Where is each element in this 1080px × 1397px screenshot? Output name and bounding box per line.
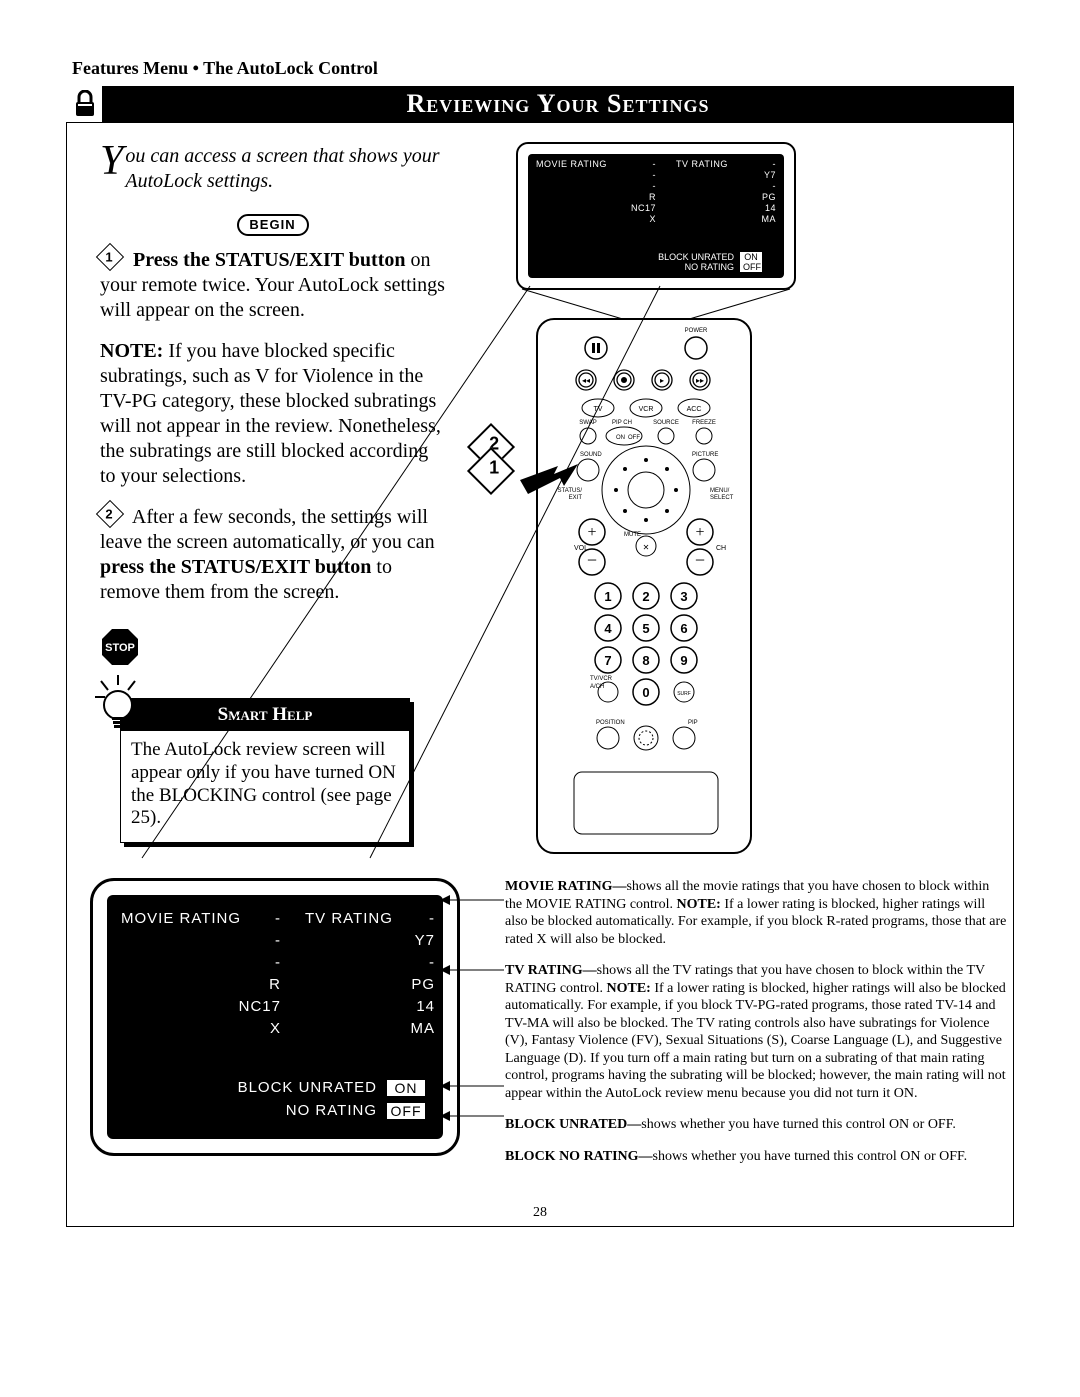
svg-text:CH: CH xyxy=(716,545,726,552)
svg-text:3: 3 xyxy=(680,589,687,604)
arrow-icon xyxy=(520,462,580,502)
intro-text: You can access a screen that shows your … xyxy=(100,144,445,194)
step-2: 2 After a few seconds, the settings will… xyxy=(100,505,445,605)
svg-text:PICTURE: PICTURE xyxy=(692,452,718,458)
smart-help-box: Smart Help The AutoLock review screen wi… xyxy=(120,698,410,843)
svg-text:+: + xyxy=(695,524,704,541)
smart-help-body: The AutoLock review screen will appear o… xyxy=(121,731,409,832)
svg-text:FREEZE: FREEZE xyxy=(692,420,716,426)
svg-text:VOL: VOL xyxy=(574,545,588,552)
note-text: NOTE: If you have blocked specific subra… xyxy=(100,339,445,489)
svg-text:PIP: PIP xyxy=(688,720,698,726)
svg-text:VCR: VCR xyxy=(639,406,654,413)
svg-text:9: 9 xyxy=(680,653,687,668)
lock-icon xyxy=(73,90,97,118)
svg-text:6: 6 xyxy=(680,621,687,636)
def-movie: MOVIE RATING—shows all the movie ratings… xyxy=(505,878,1009,948)
svg-text:◂◂: ◂◂ xyxy=(582,376,590,385)
svg-text:−: − xyxy=(587,550,597,570)
definitions: MOVIE RATING—shows all the movie ratings… xyxy=(505,878,1009,1179)
remote-control: POWER ◂◂ ▸ ▸▸ TV VCR ACC SWAP PIP CH SOU… xyxy=(536,318,752,854)
breadcrumb: Features Menu • The AutoLock Control xyxy=(72,58,378,79)
svg-text:SWAP: SWAP xyxy=(579,420,596,426)
smart-help-title: Smart Help xyxy=(121,699,409,731)
svg-text:MUTE: MUTE xyxy=(624,532,641,538)
def-block-no-rating: BLOCK NO RATING—shows whether you have t… xyxy=(505,1148,1009,1166)
svg-text:SOUND: SOUND xyxy=(580,452,602,458)
svg-text:SOURCE: SOURCE xyxy=(653,420,679,426)
svg-text:0: 0 xyxy=(642,685,649,700)
osd-preview-small: MOVIE RATING- - - R NC17 X TV RATING- Y7… xyxy=(516,142,796,290)
leader-lines xyxy=(90,870,510,1170)
page-title: Reviewing Your Settings xyxy=(102,86,1014,122)
svg-text:+: + xyxy=(587,524,596,541)
page-number: 28 xyxy=(0,1205,1080,1221)
lightbulb-icon xyxy=(91,673,145,735)
dropcap: Y xyxy=(100,144,125,180)
svg-text:POSITION: POSITION xyxy=(596,720,625,726)
svg-text:1: 1 xyxy=(604,589,611,604)
begin-marker: BEGIN xyxy=(237,214,309,236)
svg-text:ACC: ACC xyxy=(687,406,702,413)
svg-text:SURF: SURF xyxy=(677,691,691,697)
svg-text:7: 7 xyxy=(604,653,611,668)
def-tv: TV RATING—shows all the TV ratings that … xyxy=(505,962,1009,1102)
svg-text:MENU/: MENU/ xyxy=(710,488,730,494)
stop-icon: STOP xyxy=(100,627,140,667)
svg-text:STOP: STOP xyxy=(105,642,135,654)
svg-text:SELECT: SELECT xyxy=(710,495,734,501)
svg-text:POWER: POWER xyxy=(685,328,708,334)
svg-text:8: 8 xyxy=(642,653,649,668)
def-block-unrated: BLOCK UNRATED—shows whether you have tur… xyxy=(505,1116,1009,1134)
svg-text:OFF: OFF xyxy=(628,435,640,441)
step-diamond-1: 1 xyxy=(96,243,124,271)
svg-text:PIP CH: PIP CH xyxy=(612,420,632,426)
svg-text:✕: ✕ xyxy=(643,543,650,552)
svg-text:A/CH: A/CH xyxy=(590,684,604,690)
svg-text:−: − xyxy=(695,550,705,570)
step-diamond-2: 2 xyxy=(96,500,124,528)
remote-svg: POWER ◂◂ ▸ ▸▸ TV VCR ACC SWAP PIP CH SOU… xyxy=(538,320,754,856)
svg-text:2: 2 xyxy=(642,589,649,604)
svg-text:▸▸: ▸▸ xyxy=(696,376,704,385)
svg-text:5: 5 xyxy=(642,621,649,636)
svg-text:▸: ▸ xyxy=(660,376,664,385)
svg-text:TV/VCR: TV/VCR xyxy=(590,676,613,682)
svg-text:ON: ON xyxy=(616,435,625,441)
svg-text:4: 4 xyxy=(604,621,612,636)
step-1: 1 Press the STATUS/EXIT button on your r… xyxy=(100,248,445,323)
